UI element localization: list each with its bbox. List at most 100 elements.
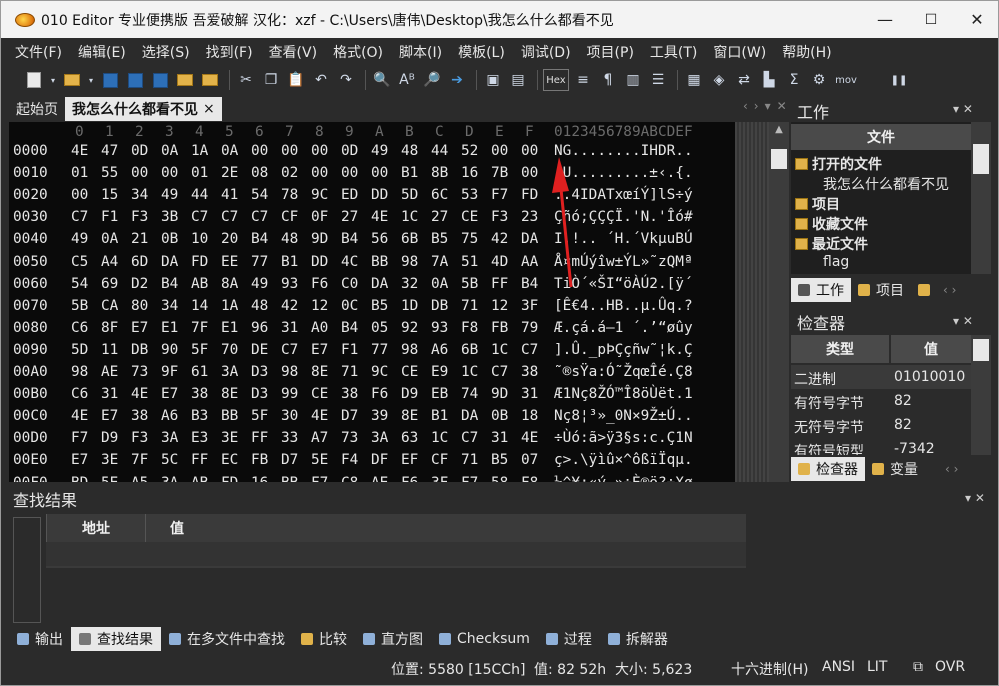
hex-byte[interactable]: 98 (401, 342, 418, 358)
hex-ascii[interactable]: ˜®sŸa:Ó˜ŽqœÎé.Ç8 (554, 364, 693, 380)
hex-byte[interactable]: E7 (101, 408, 118, 424)
hex-byte[interactable]: E1 (221, 320, 238, 336)
hex-byte[interactable]: E7 (71, 452, 88, 468)
hex-byte[interactable]: 16 (251, 475, 268, 483)
hex-ascii[interactable]: I.!.. ´H.´VkµuBÚ (554, 231, 693, 247)
hex-byte[interactable]: 9D (311, 231, 328, 247)
hex-byte[interactable]: 3E (221, 430, 238, 446)
hex-byte[interactable]: 78 (281, 187, 298, 203)
hex-byte[interactable]: D7 (281, 452, 298, 468)
close-button[interactable]: ✕ (954, 1, 998, 38)
hex-ascii[interactable]: NG........IHDR.. (554, 143, 693, 159)
replace-icon[interactable]: Aᴮ (396, 69, 418, 91)
hex-byte[interactable]: 3A (161, 430, 178, 446)
hex-byte[interactable]: CE (461, 209, 478, 225)
hex-byte[interactable]: 34 (161, 298, 178, 314)
hex-byte[interactable]: 3B (161, 209, 178, 225)
hex-ascii[interactable]: Æ1Nç8ŽÓ™Î8öÙët.1 (554, 386, 693, 402)
hex-byte[interactable]: 54 (251, 187, 268, 203)
hex-byte[interactable]: FF (491, 276, 508, 292)
hex-byte[interactable]: 12 (311, 298, 328, 314)
hex-byte[interactable]: EE (221, 254, 238, 270)
hex-byte[interactable]: 4E (71, 143, 88, 159)
hex-byte[interactable]: 07 (521, 452, 538, 468)
hex-byte[interactable]: DE (251, 342, 268, 358)
hex-byte[interactable]: 48 (401, 143, 418, 159)
hex-byte[interactable]: 01 (71, 165, 88, 181)
find-results-controls[interactable]: ▾ ✕ (965, 491, 985, 505)
hex-byte[interactable]: 23 (521, 209, 538, 225)
hex-byte[interactable]: 7F (131, 452, 148, 468)
hex-byte[interactable]: CE (311, 386, 328, 402)
lock-icon[interactable]: ⧉ (913, 659, 923, 675)
save-as-icon[interactable] (124, 69, 146, 91)
hex-byte[interactable]: 52 (461, 143, 478, 159)
work-panel-scrollbar[interactable] (971, 122, 991, 274)
tab-process[interactable]: 过程 (538, 627, 600, 651)
hex-byte[interactable]: FF (251, 430, 268, 446)
inspector-row[interactable]: 无符号字节 82 (791, 413, 971, 437)
hex-byte[interactable]: 27 (431, 209, 448, 225)
tab-histogram[interactable]: 直方图 (355, 627, 431, 651)
hex-byte[interactable]: CA (101, 298, 118, 314)
menu-edit[interactable]: 编辑(E) (70, 42, 134, 62)
show-whitespace-icon[interactable]: ¶ (597, 69, 619, 91)
hex-byte[interactable]: 11 (101, 342, 118, 358)
hex-byte[interactable]: 8B (431, 165, 448, 181)
hex-byte[interactable]: 0F (311, 209, 328, 225)
hex-byte[interactable]: 0A (101, 231, 118, 247)
hex-byte[interactable]: F3 (131, 430, 148, 446)
hex-ascii[interactable]: TiÒ´«ŠI“öÀÚ2.[ÿ´ (554, 276, 693, 292)
status-encoding[interactable]: ANSI (822, 659, 855, 675)
find-results-row[interactable] (46, 542, 746, 566)
hex-byte[interactable]: 5C (161, 452, 178, 468)
hex-byte[interactable]: 00 (311, 165, 328, 181)
hex-byte[interactable]: 44 (431, 143, 448, 159)
hex-byte[interactable]: 00 (131, 165, 148, 181)
hex-byte[interactable]: 74 (461, 386, 478, 402)
hex-ascii[interactable]: ½^¥:«ý.»÷È®ö?÷Xø (554, 475, 693, 483)
status-position[interactable]: 位置: 5580 [15CCh] (391, 659, 525, 679)
hex-byte[interactable]: 80 (131, 298, 148, 314)
hex-byte[interactable]: DF (371, 452, 388, 468)
hex-byte[interactable]: 5E (311, 452, 328, 468)
hex-byte[interactable]: F3 (491, 209, 508, 225)
tab-start-page[interactable]: 起始页 (9, 97, 65, 121)
hex-byte[interactable]: 31 (521, 386, 538, 402)
hex-byte[interactable]: 8E (311, 364, 328, 380)
hex-editor[interactable]: 0 1 2 3 4 5 6 7 8 9 A B C D E F 0123456789ABCDEF 0000 4E 4… (9, 122, 769, 482)
find-value-header[interactable]: 值 (170, 514, 184, 542)
hex-byte[interactable]: 38 (131, 408, 148, 424)
hex-byte[interactable]: DA (461, 408, 478, 424)
menu-format[interactable]: 格式(O) (325, 42, 391, 62)
hex-ascii[interactable]: Å¤mÚýîw±ÝL»˜zQMª (554, 254, 693, 270)
hex-byte[interactable]: 93 (431, 320, 448, 336)
hex-byte[interactable]: EC (221, 452, 238, 468)
wrap-icon[interactable]: ☰ (647, 69, 669, 91)
hex-byte[interactable]: 00 (71, 187, 88, 203)
menu-debug[interactable]: 调试(D) (513, 42, 579, 62)
scroll-up-icon[interactable]: ▲ (769, 124, 789, 135)
hex-byte[interactable]: F8 (461, 320, 478, 336)
hex-byte[interactable]: 9C (311, 187, 328, 203)
hex-byte[interactable]: DB (431, 298, 448, 314)
hex-byte[interactable]: 49 (161, 187, 178, 203)
hex-byte[interactable]: B1 (431, 408, 448, 424)
overview-stripe[interactable] (735, 122, 769, 482)
open-files-node[interactable]: 打开的文件 (795, 154, 882, 174)
hex-byte[interactable]: BD (71, 475, 88, 483)
hex-byte[interactable]: A0 (311, 320, 328, 336)
hex-byte[interactable]: 5D (71, 342, 88, 358)
hex-byte[interactable]: 5B (461, 276, 478, 292)
hex-byte[interactable]: 93 (281, 276, 298, 292)
hex-byte[interactable]: C0 (341, 276, 358, 292)
inspector-row[interactable]: 有符号字节 82 (791, 389, 971, 413)
tab-more[interactable] (911, 278, 943, 302)
hex-byte[interactable]: 6B (401, 231, 418, 247)
hex-byte[interactable]: C7 (191, 209, 208, 225)
open-folder-icon[interactable] (61, 69, 83, 91)
menu-select[interactable]: 选择(S) (134, 42, 198, 62)
hex-byte[interactable]: F1 (101, 209, 118, 225)
hex-byte[interactable]: 38 (521, 364, 538, 380)
hex-byte[interactable]: 4E (71, 408, 88, 424)
